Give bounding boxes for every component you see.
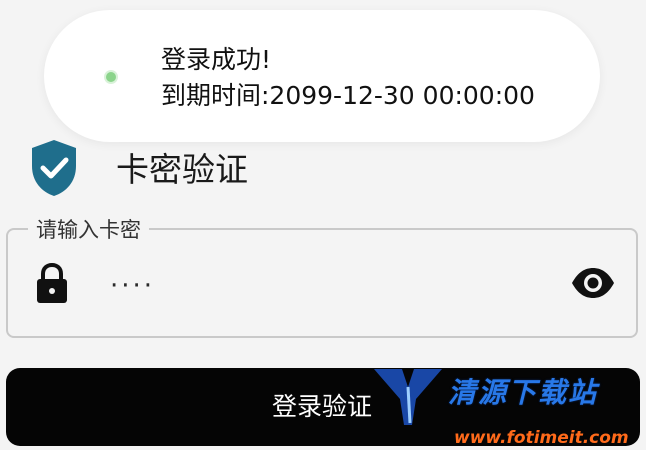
login-screen: 登录成功! 到期时间:2099-12-30 00:00:00 卡密验证 请输入卡…: [0, 0, 646, 450]
card-key-label: 请输入卡密: [28, 216, 149, 244]
watermark-site-name: 清源下载站: [448, 376, 599, 409]
toast-expiry-time: 到期时间:2099-12-30 00:00:00: [161, 81, 535, 110]
shield-check-icon: [32, 140, 76, 196]
login-button-label: 登录验证: [272, 392, 373, 421]
card-key-input[interactable]: [110, 266, 530, 306]
toast-notification: [44, 10, 600, 142]
page-title: 卡密验证: [116, 150, 248, 189]
watermark-logo: [374, 369, 442, 425]
lock-icon: [37, 262, 67, 303]
watermark-url: www.fotimeit.com: [454, 428, 629, 448]
app-icon: [106, 72, 116, 82]
eye-icon[interactable]: [570, 266, 616, 300]
toast-title: 登录成功!: [161, 45, 272, 74]
